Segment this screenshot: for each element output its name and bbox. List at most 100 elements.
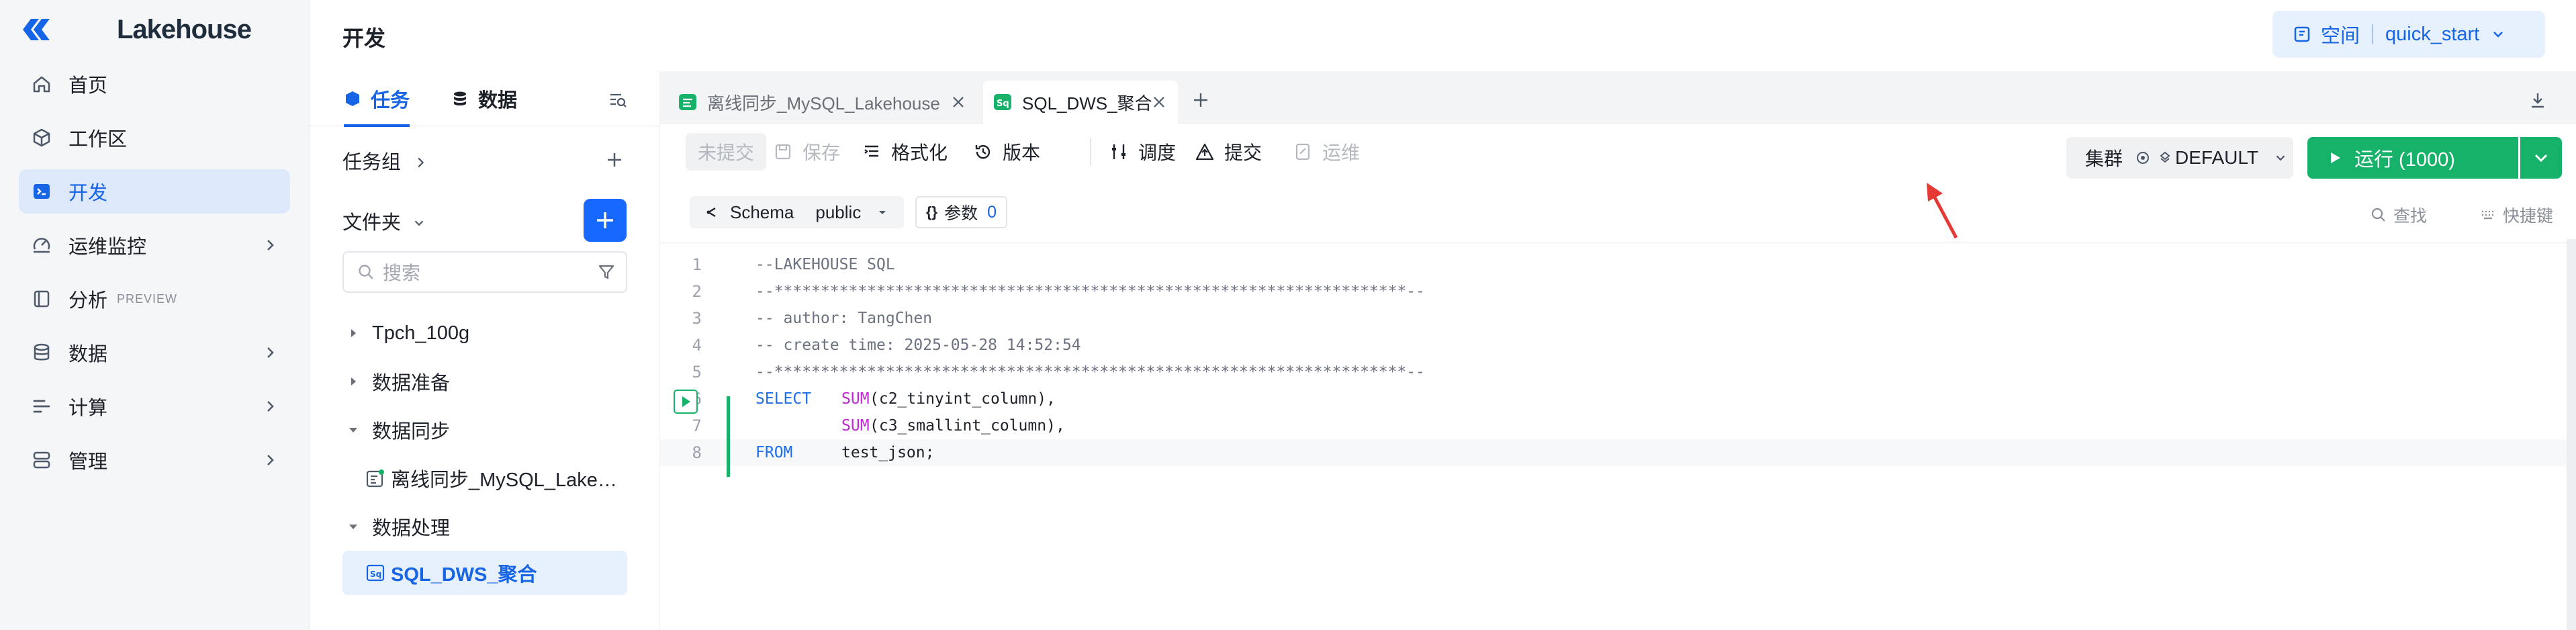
close-icon[interactable] (950, 94, 966, 110)
params-button[interactable]: {} 参数 0 (915, 196, 1008, 228)
task-group-toggle[interactable]: 任务组 (342, 146, 428, 175)
task-group-label: 任务组 (342, 152, 402, 173)
schedule-button[interactable]: 调度 (1090, 138, 1176, 165)
file-tab-label: SQL_DWS_聚合 (1022, 93, 1152, 114)
shortcuts-button[interactable]: 快捷键 (2480, 203, 2553, 227)
code-text: --LAKEHOUSE SQL (755, 256, 895, 273)
cluster-label: 集群 (2085, 148, 2123, 169)
task-panel: 任务 数据 任务组 文件夹 搜索 Tpch_100g 数据准备 数据同步 离线同… (310, 71, 659, 630)
cluster-value: DEFAULT (2175, 147, 2258, 168)
save-icon (775, 144, 791, 160)
tab-data[interactable]: 数据 (451, 71, 517, 126)
task-tree: Tpch_100g 数据准备 数据同步 离线同步_MySQL_Lake… 数据处… (342, 309, 627, 595)
filter-icon[interactable] (598, 263, 615, 281)
folder-toggle[interactable]: 文件夹 (342, 207, 426, 235)
cluster-selector[interactable]: 集群 DEFAULT (2066, 137, 2293, 179)
annotation-arrow-icon (1927, 183, 1958, 239)
code-editor[interactable]: 1 --LAKEHOUSE SQL 2 --******************… (660, 251, 2576, 627)
chevron-down-icon (414, 220, 424, 226)
cube-icon (346, 91, 359, 106)
schema-bar: Schema public {} 参数 0 查找 快捷键 (660, 191, 2576, 243)
run-options-dropdown[interactable] (2520, 137, 2562, 179)
book-icon (34, 290, 50, 308)
run-button[interactable]: 运行 (1000) (2307, 137, 2518, 179)
find-label: 查找 (2393, 207, 2427, 226)
search-filter-icon[interactable] (608, 90, 628, 110)
nav-item-label: 首页 (68, 75, 108, 97)
tree-label: Tpch_100g (372, 322, 470, 344)
database-icon (34, 343, 50, 361)
tree-label: SQL_DWS_聚合 (391, 564, 537, 586)
tree-folder[interactable]: 数据准备 (342, 357, 627, 406)
space-value: quick_start (2385, 23, 2480, 45)
chevron-down-icon (2534, 154, 2548, 163)
line-number: 5 (692, 363, 702, 381)
tree-task-item-selected[interactable]: Sq SQL_DWS_聚合 (342, 551, 627, 595)
nav-item-analysis[interactable]: 分析 PREVIEW (19, 277, 290, 321)
keyboard-icon (2481, 210, 2493, 220)
terminal-icon (34, 184, 50, 199)
create-button[interactable] (584, 199, 627, 242)
chevron-down-icon (2276, 155, 2285, 161)
nav-item-develop[interactable]: 开发 (19, 169, 290, 214)
tab-tasks[interactable]: 任务 (344, 71, 410, 127)
download-icon[interactable] (2528, 90, 2548, 110)
tree-folder[interactable]: 数据处理 (342, 502, 627, 551)
schema-value: public (815, 201, 862, 222)
space-selector[interactable]: 空间 quick_start (2272, 11, 2545, 58)
schema-selector[interactable]: Schema public (690, 196, 905, 228)
nav-item-monitor[interactable]: 运维监控 (19, 223, 290, 267)
format-button[interactable]: 格式化 (862, 133, 948, 171)
find-button[interactable]: 查找 (2371, 203, 2427, 227)
submit-button[interactable]: 提交 (1195, 133, 1262, 171)
new-tab-icon[interactable] (1191, 90, 1211, 110)
code-line: 4 -- create time: 2025-05-28 14:52:54 (660, 332, 2567, 359)
compute-icon (33, 400, 50, 413)
nav-item-workspace[interactable]: 工作区 (19, 116, 290, 160)
brand-logo[interactable]: Lakehouse (21, 15, 252, 44)
code-keyword: SELECT (755, 390, 812, 408)
plus-icon (597, 212, 613, 228)
tree-folder[interactable]: Tpch_100g (342, 309, 627, 357)
version-button[interactable]: 版本 (973, 133, 1040, 171)
nav-item-home[interactable]: 首页 (19, 62, 290, 106)
vertical-scrollbar[interactable] (2567, 239, 2576, 630)
tab-tasks-label: 任务 (371, 89, 410, 111)
cube-icon (33, 128, 50, 147)
preview-badge: PREVIEW (117, 291, 178, 306)
nav-item-compute[interactable]: 计算 (19, 384, 290, 429)
code-line: 3 -- author: TangChen (660, 305, 2567, 332)
play-icon (2331, 152, 2340, 163)
ops-button[interactable]: 运维 (1293, 133, 1360, 171)
tree-folder[interactable]: 数据同步 (342, 406, 627, 454)
add-task-group-icon[interactable] (605, 150, 624, 169)
file-tab-bar: 离线同步_MySQL_Lakehouse Sq SQL_DWS_聚合 (660, 71, 2576, 124)
history-icon (975, 145, 991, 159)
uncommitted-status: 未提交 (686, 133, 767, 171)
nav-item-admin[interactable]: 管理 (19, 438, 290, 482)
tree-label: 离线同步_MySQL_Lake… (391, 469, 617, 491)
file-tab[interactable]: 离线同步_MySQL_Lakehouse (668, 81, 977, 124)
tree-task-item[interactable]: 离线同步_MySQL_Lake… (342, 454, 627, 502)
code-function: SUM (841, 417, 870, 435)
nav-item-data[interactable]: 数据 (19, 330, 290, 375)
run-statement-button[interactable] (674, 390, 698, 414)
editor-area: 离线同步_MySQL_Lakehouse Sq SQL_DWS_聚合 未提交 保… (660, 71, 2576, 630)
caret-right-icon (351, 377, 356, 386)
ops-label: 运维 (1322, 142, 1361, 163)
close-icon[interactable] (1151, 94, 1167, 110)
tab-data-label: 数据 (478, 89, 518, 111)
space-icon (2294, 26, 2310, 42)
line-number: 4 (692, 336, 702, 355)
code-text: -- create time: 2025-05-28 14:52:54 (755, 336, 1081, 354)
save-button[interactable]: 保存 (773, 133, 840, 171)
params-count: 0 (987, 202, 997, 222)
code-text: (c3_smallint_column), (870, 417, 1065, 435)
code-text: -- author: TangChen (755, 310, 933, 327)
chevron-right-icon (267, 240, 274, 251)
nav-item-label: 运维监控 (68, 236, 147, 258)
brand-name: Lakehouse (117, 14, 252, 44)
file-tab-label: 离线同步_MySQL_Lakehouse (707, 93, 940, 114)
search-input[interactable]: 搜索 (342, 251, 627, 293)
file-tab-active[interactable]: Sq SQL_DWS_聚合 (983, 81, 1178, 124)
